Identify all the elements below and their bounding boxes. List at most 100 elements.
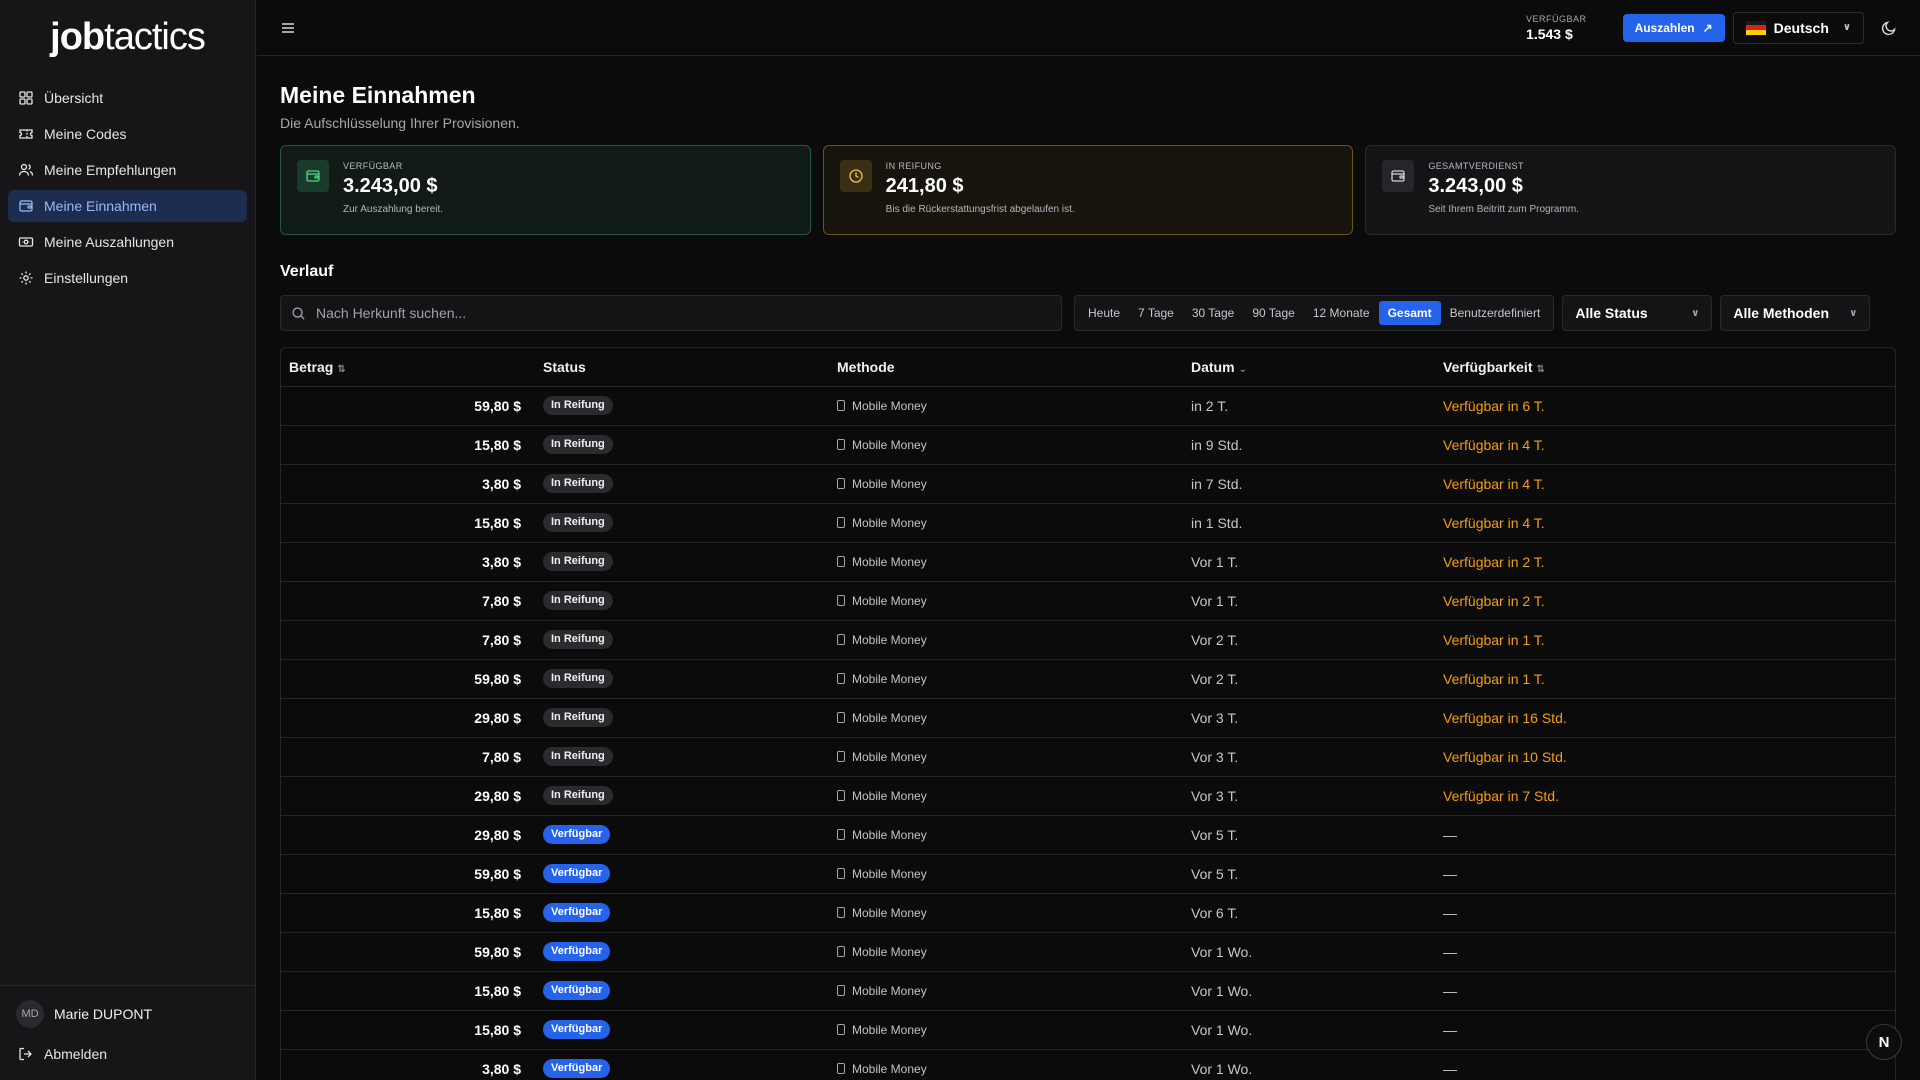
column-label: Verfügbarkeit [1443, 358, 1533, 375]
availability-cell: Verfügbar in 4 T. [1435, 464, 1895, 504]
table-row[interactable]: 3,80 $ In Reifung Mobile Money in 7 Std. Ver… [281, 464, 1895, 504]
method-label: Mobile Money [852, 866, 927, 881]
amount-cell: 3,80 $ [281, 542, 535, 582]
earnings-table: Betrag ⇅ Status Methode Datum ⌄ Verfügbark… [280, 347, 1896, 1080]
range-90-days[interactable]: 90 Tage [1243, 301, 1304, 325]
range-all[interactable]: Gesamt [1378, 301, 1441, 325]
status-cell: Verfügbar [535, 854, 829, 894]
table-row[interactable]: 29,80 $ In Reifung Mobile Money Vor 3 T. Ver… [281, 698, 1895, 738]
table-row[interactable]: 59,80 $ In Reifung Mobile Money Vor 2 T. Ver… [281, 659, 1895, 699]
status-cell: In Reifung [535, 737, 829, 777]
logout-label: Abmelden [44, 1046, 108, 1062]
method-filter-select[interactable]: Alle Methoden ∨ [1720, 295, 1871, 331]
method-label: Mobile Money [852, 476, 927, 491]
avatar: MD [16, 1000, 44, 1028]
card-description: Bis die Rückerstattungsfrist abgelaufen … [885, 204, 1075, 215]
method-label: Mobile Money [852, 671, 927, 686]
date-cell: in 9 Std. [1183, 425, 1435, 465]
amount-cell: 29,80 $ [281, 776, 535, 816]
card-label: VERFÜGBAR [343, 161, 403, 171]
status-cell: In Reifung [535, 542, 829, 582]
table-row[interactable]: 15,80 $ Verfügbar Mobile Money Vor 1 Wo. — [281, 1010, 1895, 1050]
phone-icon [837, 985, 845, 996]
history-title: Verlauf [280, 263, 334, 280]
user-profile[interactable]: MD Marie DUPONT [8, 998, 247, 1030]
amount-cell: 7,80 $ [281, 620, 535, 660]
moon-icon[interactable] [1880, 19, 1898, 37]
table-row[interactable]: 3,80 $ In Reifung Mobile Money Vor 1 T. Verf… [281, 542, 1895, 582]
method-label: Mobile Money [852, 710, 927, 725]
table-row[interactable]: 29,80 $ In Reifung Mobile Money Vor 3 T. Ver… [281, 776, 1895, 816]
method-cell: Mobile Money [829, 620, 1183, 660]
method-label: Mobile Money [852, 437, 927, 452]
payout-button[interactable]: Auszahlen ↗ [1622, 13, 1725, 42]
table-row[interactable]: 59,80 $ Verfügbar Mobile Money Vor 1 Wo. — [281, 932, 1895, 972]
table-row[interactable]: 29,80 $ Verfügbar Mobile Money Vor 5 T. — [281, 815, 1895, 855]
method-cell: Mobile Money [829, 932, 1183, 972]
user-name: Marie DUPONT [54, 1006, 153, 1022]
date-cell: Vor 3 T. [1183, 737, 1435, 777]
sidebar-footer: MD Marie DUPONT Abmelden [0, 985, 255, 1080]
header: VERFÜGBAR 1.543 $ Auszahlen ↗ Deutsch ∨ [257, 0, 1920, 56]
range-custom[interactable]: Benutzerdefiniert [1441, 301, 1550, 325]
date-cell: Vor 5 T. [1183, 854, 1435, 894]
range-7-days[interactable]: 7 Tage [1129, 301, 1183, 325]
amount-cell: 29,80 $ [281, 698, 535, 738]
sidebar-item-label: Übersicht [44, 90, 104, 106]
search-input[interactable] [316, 305, 1051, 321]
column-availability[interactable]: Verfügbarkeit ⇅ [1435, 348, 1895, 387]
range-12-months[interactable]: 12 Monate [1304, 301, 1379, 325]
status-cell: Verfügbar [535, 971, 829, 1011]
status-cell: Verfügbar [535, 815, 829, 855]
card-description: Zur Auszahlung bereit. [343, 204, 444, 215]
availability-cell: — [1435, 854, 1895, 894]
logo[interactable]: job tactics [0, 0, 255, 74]
column-amount[interactable]: Betrag ⇅ [281, 348, 535, 387]
sidebar-item-overview[interactable]: Übersicht [8, 82, 247, 114]
method-label: Mobile Money [852, 944, 927, 959]
card-description: Seit Ihrem Beitritt zum Programm. [1428, 204, 1579, 215]
column-date[interactable]: Datum ⌄ [1183, 348, 1435, 387]
table-row[interactable]: 15,80 $ In Reifung Mobile Money in 1 Std. Ve… [281, 503, 1895, 543]
table-row[interactable]: 59,80 $ In Reifung Mobile Money in 2 T. Verf… [281, 386, 1895, 426]
logout-button[interactable]: Abmelden [8, 1038, 247, 1070]
amount-cell: 7,80 $ [281, 581, 535, 621]
method-cell: Mobile Money [829, 659, 1183, 699]
phone-icon [837, 1063, 845, 1074]
sidebar-item-payouts[interactable]: Meine Auszahlungen [8, 226, 247, 258]
method-label: Mobile Money [852, 632, 927, 647]
table-row[interactable]: 15,80 $ Verfügbar Mobile Money Vor 1 Wo. — [281, 971, 1895, 1011]
status-badge: In Reifung [543, 396, 613, 415]
status-filter-select[interactable]: Alle Status ∨ [1562, 295, 1713, 331]
table-row[interactable]: 15,80 $ Verfügbar Mobile Money Vor 6 T. — [281, 893, 1895, 933]
menu-icon[interactable] [279, 19, 297, 37]
table-row[interactable]: 7,80 $ In Reifung Mobile Money Vor 3 T. Verf… [281, 737, 1895, 777]
card-value: 3.243,00 $ [1428, 175, 1523, 197]
method-label: Mobile Money [852, 554, 927, 569]
date-cell: Vor 2 T. [1183, 620, 1435, 660]
date-cell: Vor 1 Wo. [1183, 932, 1435, 972]
status-cell: In Reifung [535, 776, 829, 816]
table-row[interactable]: 7,80 $ In Reifung Mobile Money Vor 2 T. Verf… [281, 620, 1895, 660]
amount-cell: 15,80 $ [281, 971, 535, 1011]
range-30-days[interactable]: 30 Tage [1183, 301, 1244, 325]
availability-cell: Verfügbar in 4 T. [1435, 425, 1895, 465]
availability-cell: Verfügbar in 1 T. [1435, 620, 1895, 660]
date-cell: Vor 1 Wo. [1183, 1049, 1435, 1080]
range-today[interactable]: Heute [1079, 301, 1129, 325]
sidebar-item-earnings[interactable]: Meine Einnahmen [8, 190, 247, 222]
sidebar-item-referrals[interactable]: Meine Empfehlungen [8, 154, 247, 186]
status-cell: In Reifung [535, 659, 829, 699]
sidebar-item-codes[interactable]: Meine Codes [8, 118, 247, 150]
sidebar-item-settings[interactable]: Einstellungen [8, 262, 247, 294]
help-fab-button[interactable]: N [1866, 1024, 1902, 1060]
total-earnings-card: GESAMTVERDIENST 3.243,00 $ Seit Ihrem Be… [1365, 145, 1897, 235]
table-row[interactable]: 15,80 $ In Reifung Mobile Money in 9 Std. Ve… [281, 425, 1895, 465]
phone-icon [837, 712, 845, 723]
table-row[interactable]: 59,80 $ Verfügbar Mobile Money Vor 5 T. — [281, 854, 1895, 894]
language-select[interactable]: Deutsch ∨ [1732, 11, 1864, 44]
availability-cell: Verfügbar in 2 T. [1435, 542, 1895, 582]
method-cell: Mobile Money [829, 1010, 1183, 1050]
table-row[interactable]: 7,80 $ In Reifung Mobile Money Vor 1 T. Verf… [281, 581, 1895, 621]
table-row[interactable]: 3,80 $ Verfügbar Mobile Money Vor 1 Wo. — [281, 1049, 1895, 1080]
